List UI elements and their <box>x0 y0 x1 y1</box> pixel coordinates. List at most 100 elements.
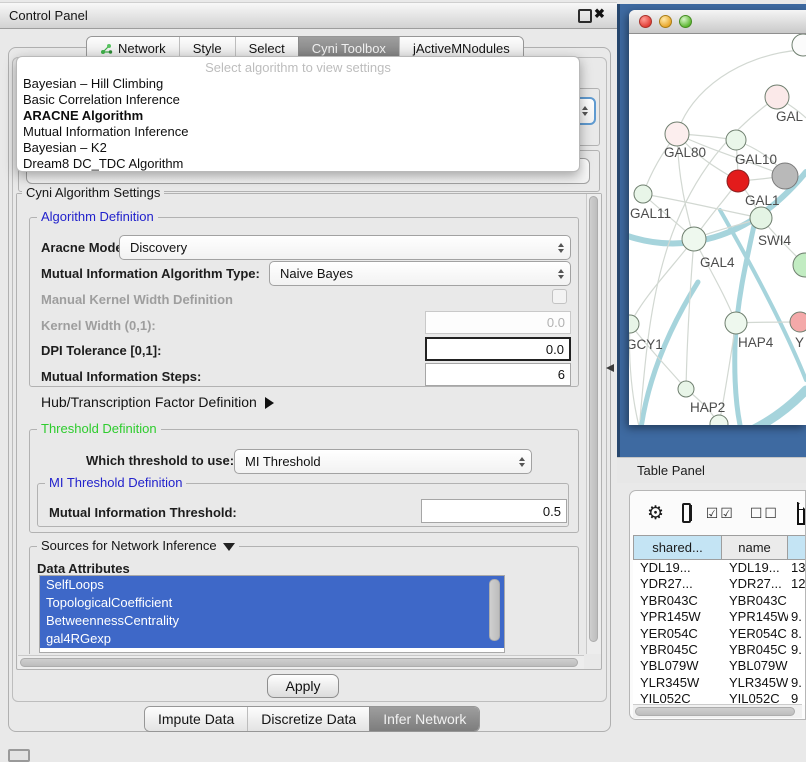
list-item[interactable]: gal4RGexp <box>40 630 504 648</box>
column-header-name[interactable]: name <box>722 535 788 560</box>
dropdown-item[interactable]: Basic Correlation Inference <box>17 92 579 108</box>
tab-infer-network[interactable]: Infer Network <box>369 707 479 731</box>
table-row[interactable]: YLR345WYLR345W9. <box>633 675 805 691</box>
cell: YBL079W <box>633 658 722 674</box>
network-node-selected-red[interactable] <box>727 170 749 192</box>
table-hscroll-thumb[interactable] <box>635 707 795 716</box>
network-node[interactable] <box>750 207 772 229</box>
settings-horizontal-scrollbar[interactable] <box>18 655 584 669</box>
node-label-gal: GAL <box>776 109 804 124</box>
cell: YDR27... <box>633 576 722 592</box>
data-attributes-list: SelfLoops TopologicalCoefficient Between… <box>39 575 505 653</box>
column-header-partial[interactable] <box>788 535 806 560</box>
node-label-gal11: GAL11 <box>630 206 671 221</box>
network-node[interactable] <box>726 130 746 150</box>
deselect-all-checkboxes-icon[interactable]: ☐☐ <box>750 505 779 522</box>
cell: 8. <box>788 626 805 642</box>
table-header-row: shared... name <box>633 535 806 560</box>
network-node[interactable] <box>665 122 689 146</box>
network-node[interactable] <box>682 227 706 251</box>
tab-impute-data[interactable]: Impute Data <box>145 707 247 731</box>
settings-viewport: Algorithm Definition Aracne Mode: Discov… <box>17 194 586 654</box>
settings-vscroll-thumb[interactable] <box>589 196 598 642</box>
mi-steps-value: 6 <box>558 367 565 382</box>
cell: 13 <box>788 560 805 576</box>
dropdown-item-selected[interactable]: ARACNE Algorithm <box>17 108 579 124</box>
table-row[interactable]: YBR043CYBR043C <box>633 593 805 609</box>
table-body: YDL19...YDL19...13 YDR27...YDR27...12 YB… <box>633 560 805 705</box>
network-node[interactable] <box>790 312 806 332</box>
hub-definition-toggle[interactable]: Hub/Transcription Factor Definition <box>41 394 274 410</box>
column-header-shared-name[interactable]: shared... <box>633 535 722 560</box>
mi-type-combo[interactable]: Naive Bayes <box>269 261 571 286</box>
list-item[interactable]: BetweennessCentrality <box>40 612 504 630</box>
dropdown-item[interactable]: Dream8 DC_TDC Algorithm <box>17 156 579 172</box>
mi-threshold-field[interactable]: 0.5 <box>421 499 567 523</box>
node-label-y: Y <box>795 335 804 350</box>
cell: 9. <box>788 609 805 625</box>
table-row[interactable]: YER054CYER054C8. <box>633 626 805 642</box>
tab-discretize-data[interactable]: Discretize Data <box>247 707 369 731</box>
window-close-icon[interactable]: ✖ <box>594 6 605 22</box>
manual-kernel-checkbox[interactable] <box>552 289 567 304</box>
mi-threshold-label: Mutual Information Threshold: <box>49 505 237 520</box>
network-node[interactable] <box>725 312 747 334</box>
data-attributes-label: Data Attributes <box>37 561 130 576</box>
table-row[interactable]: YDL19...YDL19...13 <box>633 560 805 576</box>
network-node[interactable] <box>629 315 639 333</box>
algorithm-dropdown-popup: Select algorithm to view settings Bayesi… <box>16 56 580 172</box>
combo-spinner-icon <box>558 243 564 253</box>
mi-type-label: Mutual Information Algorithm Type: <box>41 266 260 281</box>
cell: YIL052C <box>633 691 722 705</box>
tab-infer-network-label: Infer Network <box>383 711 466 727</box>
cell: YDL19... <box>722 560 788 576</box>
cell: YLR345W <box>633 675 722 691</box>
cell <box>788 658 805 674</box>
expanded-arrow-icon <box>223 543 235 551</box>
table-row[interactable]: YBL079WYBL079W <box>633 658 805 674</box>
list-scrollbar-thumb[interactable] <box>489 579 500 641</box>
table-horizontal-scrollbar[interactable] <box>633 704 802 718</box>
manual-kernel-label: Manual Kernel Width Definition <box>41 292 233 307</box>
table-row[interactable]: YIL052CYIL052C9 <box>633 691 805 705</box>
node-label-gal1: GAL1 <box>745 193 780 208</box>
gear-icon[interactable]: ⚙ <box>647 502 664 525</box>
dropdown-item[interactable]: Mutual Information Inference <box>17 124 579 140</box>
aracne-mode-combo[interactable]: Discovery <box>119 235 571 260</box>
network-node[interactable] <box>634 185 652 203</box>
cell: YBR045C <box>633 642 722 658</box>
network-window-titlebar[interactable] <box>629 10 806 34</box>
which-threshold-combo[interactable]: MI Threshold <box>234 449 532 474</box>
table-row[interactable]: YDR27...YDR27...12 <box>633 576 805 592</box>
mi-steps-field[interactable]: 6 <box>425 363 571 386</box>
select-all-checkboxes-icon[interactable]: ☑☑ <box>706 505 735 522</box>
network-node[interactable] <box>792 34 806 56</box>
list-item[interactable]: TopologicalCoefficient <box>40 594 504 612</box>
tab-network-label: Network <box>118 41 166 56</box>
columns-icon[interactable] <box>682 503 691 523</box>
table-row[interactable]: YPR145WYPR145W9. <box>633 609 805 625</box>
close-traffic-light-icon[interactable] <box>639 15 652 28</box>
minimize-traffic-light-icon[interactable] <box>659 15 672 28</box>
sources-title[interactable]: Sources for Network Inference <box>37 539 239 553</box>
cell: 12 <box>788 576 805 592</box>
apply-button[interactable]: Apply <box>267 674 339 698</box>
network-node[interactable] <box>765 85 789 109</box>
list-item[interactable]: SelfLoops <box>40 576 504 594</box>
window-float-icon[interactable] <box>578 9 592 23</box>
kernel-width-field[interactable]: 0.0 <box>425 311 571 334</box>
dpi-tolerance-field[interactable]: 0.0 <box>425 337 571 361</box>
new-table-icon[interactable] <box>797 502 805 525</box>
panel-corner-button[interactable] <box>8 749 30 762</box>
table-row[interactable]: YBR045CYBR045C9. <box>633 642 805 658</box>
dropdown-item[interactable]: Bayesian – K2 <box>17 140 579 156</box>
network-node[interactable] <box>793 253 806 277</box>
settings-vertical-scrollbar[interactable] <box>586 194 601 654</box>
network-node[interactable] <box>710 415 728 425</box>
tab-style-label: Style <box>193 41 222 56</box>
network-canvas[interactable]: GAL GAL80 GAL10 GAL11 GAL1 SWI4 GAL4 GCY… <box>629 34 806 425</box>
network-node[interactable] <box>678 381 694 397</box>
settings-hscroll-thumb[interactable] <box>20 658 578 667</box>
zoom-traffic-light-icon[interactable] <box>679 15 692 28</box>
dropdown-item[interactable]: Bayesian – Hill Climbing <box>17 76 579 92</box>
